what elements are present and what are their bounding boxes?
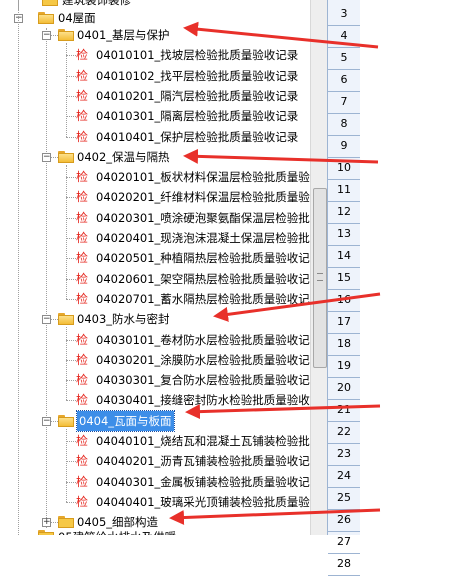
annotation-arrows: [169, 21, 381, 526]
red-arrow-icon: [169, 508, 381, 526]
red-arrow-icon: [183, 148, 379, 164]
red-arrow-icon: [213, 292, 381, 322]
red-arrow-icon: [185, 404, 381, 420]
row-number: 28: [328, 553, 360, 576]
red-arrow-icon: [183, 21, 379, 49]
